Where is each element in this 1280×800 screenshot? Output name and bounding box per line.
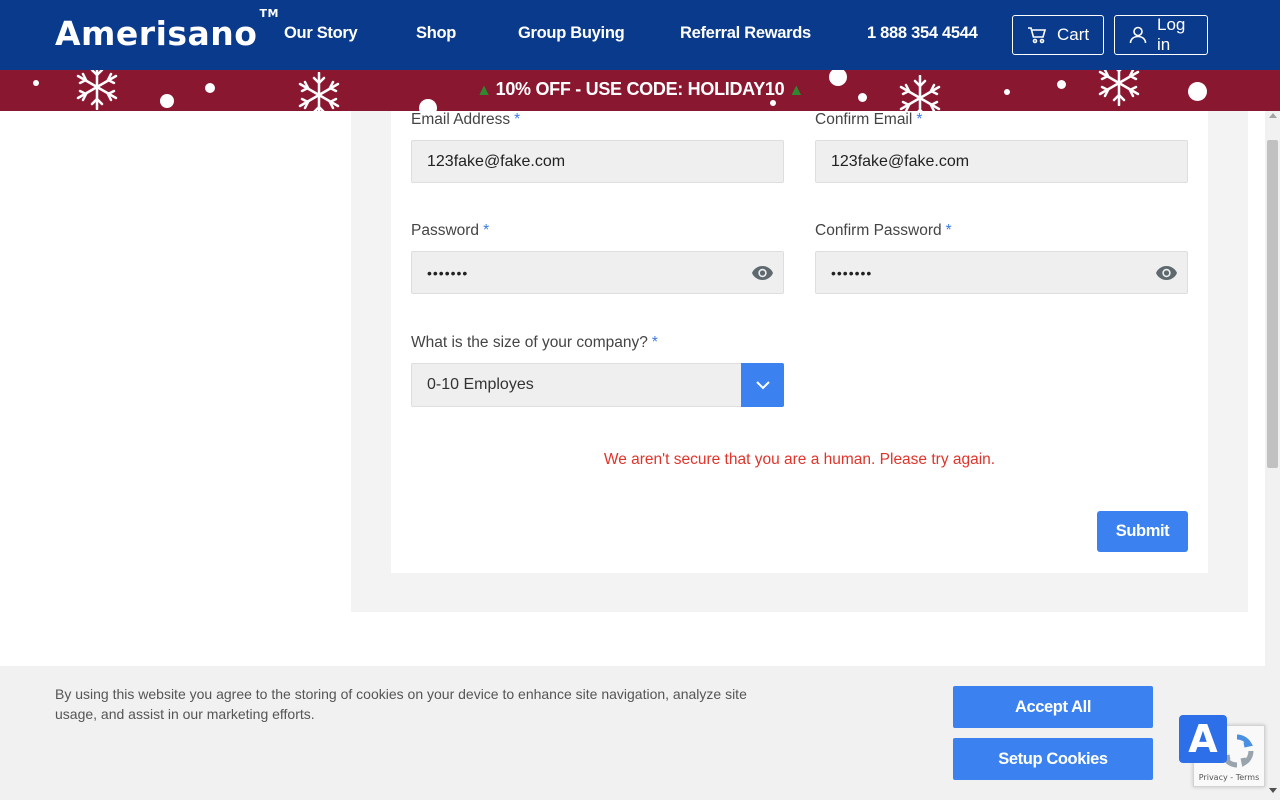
confirm-password-value: ••••••• [831, 264, 873, 281]
promo-code-text: 10% OFF - USE CODE: HOLIDAY10 [495, 79, 785, 99]
nav-phone-number[interactable]: 1 888 354 4544 [867, 24, 978, 43]
company-size-select[interactable]: 0-10 Employes [411, 363, 784, 407]
company-size-label: What is the size of your company? * [411, 334, 658, 352]
email-value: 123fake@fake.com [427, 152, 566, 170]
user-icon [1129, 26, 1147, 44]
scroll-down-arrow-icon[interactable] [1269, 788, 1277, 793]
confirm-password-label-text: Confirm Password [815, 222, 942, 239]
login-label: Log in [1157, 15, 1186, 54]
required-mark: * [945, 222, 952, 239]
nav-shop[interactable]: Shop [416, 24, 456, 43]
accept-all-cookies-button[interactable]: Accept All [953, 686, 1153, 728]
page: AmerisanoTM Our Story Shop Group Buying … [0, 0, 1280, 800]
chevron-down-icon[interactable] [741, 363, 784, 407]
nav-group-buying[interactable]: Group Buying [518, 24, 625, 43]
login-button[interactable]: Log in [1114, 15, 1208, 55]
password-value: ••••••• [427, 264, 469, 281]
required-mark: * [651, 334, 658, 351]
confirm-email-label-text: Confirm Email [815, 111, 913, 128]
site-logo[interactable]: AmerisanoTM [55, 7, 279, 53]
confirm-email-label: Confirm Email * [815, 111, 922, 129]
setup-cookies-button[interactable]: Setup Cookies [953, 738, 1153, 780]
cookie-notice-text: By using this website you agree to the s… [55, 686, 747, 722]
promo-text-container: ▲ 10% OFF - USE CODE: HOLIDAY10 ▲ [0, 79, 1280, 100]
christmas-tree-icon: ▲ [788, 82, 804, 99]
email-label: Email Address * [411, 111, 520, 129]
company-size-value: 0-10 Employes [427, 376, 534, 393]
show-confirm-password-eye-icon[interactable] [1155, 264, 1178, 287]
captcha-error-message: We aren't secure that you are a human. P… [603, 451, 996, 468]
nav-our-story[interactable]: Our Story [284, 24, 358, 43]
recaptcha-privacy-terms[interactable]: Privacy - Terms [1194, 773, 1264, 782]
required-mark: * [916, 111, 923, 128]
confirm-password-label: Confirm Password * [815, 222, 952, 240]
scroll-up-arrow-icon[interactable] [1269, 113, 1277, 118]
logo-trademark: TM [259, 7, 279, 20]
email-label-text: Email Address [411, 111, 511, 128]
nav-referral-rewards[interactable]: Referral Rewards [680, 24, 811, 43]
password-label-text: Password [411, 222, 480, 239]
required-mark: * [514, 111, 521, 128]
show-password-eye-icon[interactable] [751, 264, 774, 287]
confirm-email-field[interactable]: 123fake@fake.com [815, 140, 1188, 183]
password-field[interactable]: ••••••• [411, 251, 784, 294]
accessibility-widget-button[interactable]: A [1179, 715, 1227, 763]
promo-banner: ▲ 10% OFF - USE CODE: HOLIDAY10 ▲ [0, 70, 1280, 111]
christmas-tree-icon: ▲ [476, 82, 492, 99]
submit-button[interactable]: Submit [1097, 511, 1188, 552]
cart-label: Cart [1057, 25, 1090, 44]
scrollbar-thumb[interactable] [1267, 140, 1278, 468]
snow-dot [419, 99, 437, 111]
snow-dot [770, 100, 776, 106]
site-header: AmerisanoTM Our Story Shop Group Buying … [0, 0, 1280, 70]
confirm-password-field[interactable]: ••••••• [815, 251, 1188, 294]
password-label: Password * [411, 222, 489, 240]
cart-button[interactable]: Cart [1012, 15, 1104, 55]
company-size-label-text: What is the size of your company? [411, 334, 648, 351]
cart-icon [1027, 26, 1047, 44]
logo-text: Amerisano [55, 14, 258, 53]
required-mark: * [483, 222, 490, 239]
email-field[interactable]: 123fake@fake.com [411, 140, 784, 183]
confirm-email-value: 123fake@fake.com [831, 152, 970, 170]
